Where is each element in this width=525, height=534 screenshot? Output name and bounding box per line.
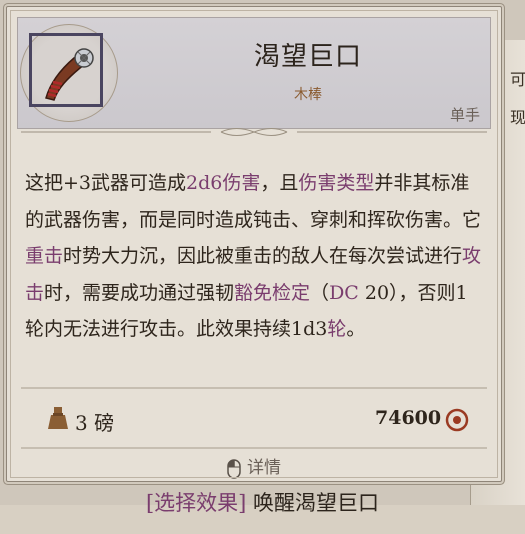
section-divider — [21, 387, 487, 389]
keyword-link[interactable]: 重击 — [25, 245, 63, 267]
item-price: 74600 — [375, 407, 442, 429]
keyword-link[interactable]: 豁免检定 — [234, 282, 310, 304]
handedness-label: 单手 — [449, 106, 480, 124]
keyword-link[interactable]: 轮 — [327, 318, 346, 340]
description-text: 。 — [346, 318, 366, 340]
details-label: 详情 — [247, 458, 281, 478]
ornament-divider — [21, 128, 487, 136]
keyword-link[interactable]: 伤害类型 — [298, 172, 374, 194]
select-effect-tag: [选择效果] — [145, 491, 247, 515]
item-tooltip: 渴望巨口 木棒 单手 这把+3武器可造成2d6伤害，且伤害类型并非其标准的武器伤… — [6, 6, 502, 482]
description-text: ，且 — [260, 172, 299, 194]
item-weight: 3 磅 — [75, 411, 115, 435]
description-text: 时势大力沉，因此被重击的敌人在每次尝试进行 — [63, 245, 463, 267]
item-description: 这把+3武器可造成2d6伤害，且伤害类型并非其标准的武器伤害，而是同时造成钝击、… — [25, 165, 483, 348]
details-button[interactable]: 详情 — [17, 453, 491, 483]
weight-icon — [48, 407, 68, 429]
select-effect-label: 唤醒渴望巨口 — [246, 491, 380, 515]
coin-icon — [445, 408, 469, 432]
description-text: 时，需要成功通过强韧 — [44, 281, 235, 304]
club-item-icon — [45, 48, 94, 101]
keyword-link[interactable]: 2d6伤害 — [186, 172, 260, 194]
mouse-icon — [227, 458, 241, 479]
item-type: 木棒 — [294, 87, 322, 103]
keyword-link[interactable]: DC — [329, 282, 359, 304]
item-name: 渴望巨口 — [253, 42, 362, 72]
description-text: （ — [310, 281, 330, 304]
background-text: 现 — [510, 108, 525, 127]
tooltip-header: 渴望巨口 木棒 单手 — [17, 17, 491, 129]
description-text: 这把+3武器可造成 — [25, 172, 187, 194]
background-text: 可 — [510, 70, 525, 89]
select-effect-action[interactable]: [选择效果] 唤醒渴望巨口 — [0, 487, 525, 517]
